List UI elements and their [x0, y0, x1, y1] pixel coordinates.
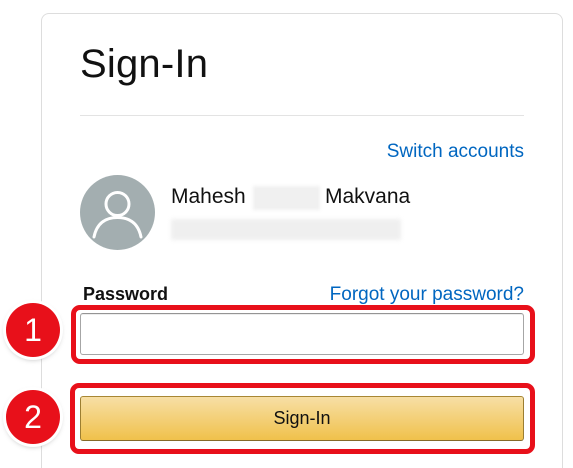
redacted-middle-name: [253, 186, 320, 210]
user-last-name: Makvana: [325, 185, 411, 208]
password-input[interactable]: [80, 313, 524, 355]
title-divider: [80, 115, 524, 116]
forgot-password-link[interactable]: Forgot your password?: [330, 284, 524, 306]
signin-button[interactable]: Sign-In: [80, 396, 524, 441]
page-title: Sign-In: [80, 42, 209, 86]
signin-page: Sign-In Switch accounts Mahesh Makvana P…: [0, 0, 573, 468]
user-first-name: Mahesh: [171, 185, 246, 208]
user-silhouette-icon: [92, 191, 143, 239]
step-2-badge: 2: [6, 390, 60, 444]
redacted-email: [171, 219, 401, 240]
avatar: [80, 175, 155, 250]
switch-accounts-link[interactable]: Switch accounts: [387, 141, 524, 163]
step-1-badge: 1: [6, 303, 60, 357]
password-label: Password: [83, 284, 169, 304]
